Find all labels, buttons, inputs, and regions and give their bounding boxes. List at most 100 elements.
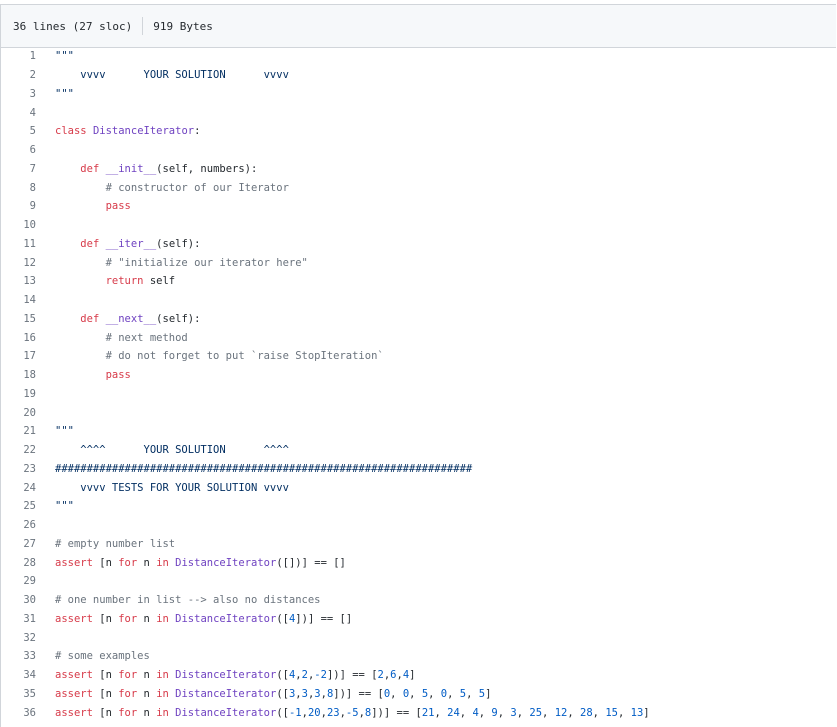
code-token: ]	[409, 669, 416, 682]
code-token: ,	[428, 687, 441, 700]
line-number[interactable]: 27	[1, 538, 36, 550]
line-number[interactable]: 4	[1, 107, 36, 119]
line-number[interactable]: 14	[1, 294, 36, 306]
line-number[interactable]: 2	[1, 69, 36, 81]
code-token: def	[80, 162, 106, 175]
line-source: def __init__(self, numbers):	[36, 163, 257, 175]
line-number[interactable]: 25	[1, 500, 36, 512]
line-number[interactable]: 17	[1, 350, 36, 362]
line-number[interactable]: 36	[1, 707, 36, 719]
code-line: 10	[1, 216, 836, 235]
code-line: 26	[1, 516, 836, 535]
line-source: """	[36, 88, 74, 100]
code-line: 29	[1, 572, 836, 591]
line-number[interactable]: 31	[1, 613, 36, 625]
line-number[interactable]: 1	[1, 50, 36, 62]
code-token: (self):	[156, 237, 201, 250]
code-token: -1	[288, 706, 302, 719]
code-token: 23	[326, 706, 340, 719]
line-count-info: 36 lines (27 sloc)	[13, 19, 133, 33]
code-token: (self, numbers):	[156, 162, 258, 175]
code-token: 20	[307, 706, 321, 719]
code-token: 13	[630, 706, 644, 719]
code-token: # one number in list --> also no distanc…	[55, 594, 321, 607]
line-number[interactable]: 23	[1, 463, 36, 475]
line-number[interactable]: 15	[1, 313, 36, 325]
code-line: 19	[1, 385, 836, 404]
line-number[interactable]: 22	[1, 444, 36, 456]
line-number[interactable]: 7	[1, 163, 36, 175]
code-token: class	[55, 125, 93, 138]
line-number[interactable]: 19	[1, 388, 36, 400]
code-token: ########################################…	[55, 462, 473, 475]
code-token: [n	[99, 687, 119, 700]
code-token: in	[156, 669, 176, 682]
code-token: """	[55, 50, 74, 63]
line-number[interactable]: 26	[1, 519, 36, 531]
code-token: [n	[99, 612, 119, 625]
code-token: ,	[617, 706, 631, 719]
line-source: def __iter__(self):	[36, 238, 200, 250]
code-line: 16 # next method	[1, 328, 836, 347]
line-source: assert [n for n in DistanceIterator([4])…	[36, 613, 352, 625]
code-listing: 1 """ 2 vvvv YOUR SOLUTION vvvv 3 """ 4 5 class…	[1, 47, 836, 722]
line-number[interactable]: 9	[1, 200, 36, 212]
code-line: 17 # do not forget to put `raise StopIte…	[1, 347, 836, 366]
code-token: assert	[55, 556, 100, 569]
line-number[interactable]: 3	[1, 88, 36, 100]
code-token: ^^^^ YOUR SOLUTION ^^^^	[55, 444, 289, 457]
code-line: 33 # some examples	[1, 647, 836, 666]
code-line: 11 def __iter__(self):	[1, 235, 836, 254]
line-source: """	[36, 425, 74, 437]
line-number[interactable]: 28	[1, 557, 36, 569]
line-number[interactable]: 35	[1, 688, 36, 700]
line-number[interactable]: 13	[1, 275, 36, 287]
line-number[interactable]: 8	[1, 182, 36, 194]
code-file-viewer: 36 lines (27 sloc) 919 Bytes 1 """ 2 vvvv …	[0, 4, 836, 727]
line-number[interactable]: 34	[1, 669, 36, 681]
line-number[interactable]: 18	[1, 369, 36, 381]
code-token: ,	[466, 687, 479, 700]
line-source: return self	[36, 275, 176, 287]
line-number[interactable]: 32	[1, 632, 36, 644]
line-source: class DistanceIterator:	[36, 125, 200, 137]
line-source: ^^^^ YOUR SOLUTION ^^^^	[36, 444, 289, 456]
code-token: # some examples	[55, 650, 150, 663]
code-token: ,	[409, 687, 422, 700]
code-token: # next method	[55, 331, 188, 344]
code-token: -5	[345, 706, 359, 719]
line-number[interactable]: 24	[1, 482, 36, 494]
line-number[interactable]: 5	[1, 125, 36, 137]
line-source: # do not forget to put `raise StopIterat…	[36, 350, 384, 362]
line-source: assert [n for n in DistanceIterator([])]…	[36, 557, 346, 569]
code-line: 7 def __init__(self, numbers):	[1, 160, 836, 179]
code-line: 6	[1, 141, 836, 160]
line-number[interactable]: 12	[1, 257, 36, 269]
code-token: assert	[55, 669, 100, 682]
line-source: """	[36, 50, 74, 62]
code-line: 35 assert [n for n in DistanceIterator([3…	[1, 685, 836, 704]
code-token: n	[143, 556, 157, 569]
code-token: for	[118, 612, 144, 625]
line-number[interactable]: 10	[1, 219, 36, 231]
header-divider	[142, 17, 144, 35]
line-number[interactable]: 11	[1, 238, 36, 250]
line-number[interactable]: 30	[1, 594, 36, 606]
code-line: 32	[1, 628, 836, 647]
code-token: __init__	[105, 162, 157, 175]
line-number[interactable]: 29	[1, 575, 36, 587]
code-token: n	[143, 612, 157, 625]
line-number[interactable]: 6	[1, 144, 36, 156]
line-source: # constructor of our Iterator	[36, 182, 289, 194]
line-source: pass	[36, 200, 131, 212]
code-token: """	[55, 87, 74, 100]
line-number[interactable]: 16	[1, 332, 36, 344]
code-token: ,	[459, 706, 473, 719]
code-line: 13 return self	[1, 272, 836, 291]
code-token: n	[143, 706, 157, 719]
line-number[interactable]: 21	[1, 425, 36, 437]
line-number[interactable]: 33	[1, 650, 36, 662]
line-number[interactable]: 20	[1, 407, 36, 419]
